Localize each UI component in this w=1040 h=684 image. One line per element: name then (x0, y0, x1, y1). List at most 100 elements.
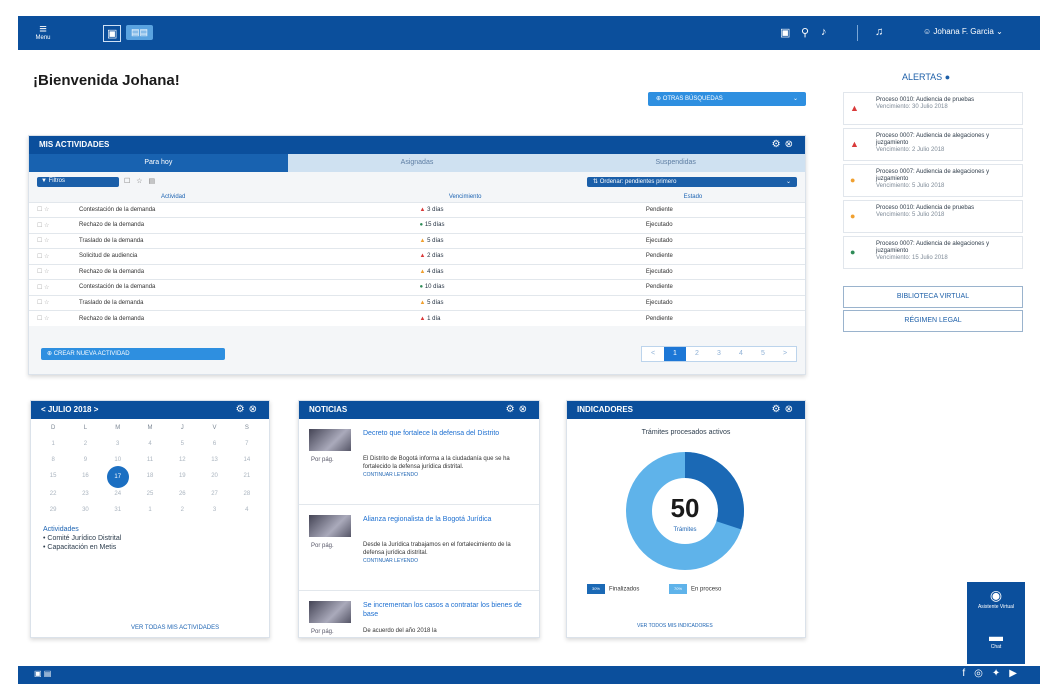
view-toggle-icons[interactable]: ☐☆▤ (124, 177, 161, 185)
settings-icon[interactable]: ⚙ (236, 404, 249, 415)
row-checkbox[interactable]: ☐ ☆ (29, 263, 71, 280)
settings-icon[interactable]: ⚙ (772, 139, 785, 150)
table-row[interactable]: ☐ ☆ Contestación de la demanda ▲ 3 días Pen… (29, 201, 805, 218)
calendar-day[interactable]: 2 (166, 507, 198, 513)
footer-logo[interactable]: ▣ ▤ (34, 669, 51, 678)
calendar-day[interactable]: 29 (37, 507, 69, 513)
calendar-day[interactable]: 10 (102, 457, 134, 463)
calendar-activity-item[interactable]: • Comité Jurídico Distrital (43, 534, 257, 543)
row-checkbox[interactable]: ☐ ☆ (29, 279, 71, 295)
calendar-day[interactable]: 25 (134, 491, 166, 497)
library-button[interactable]: BIBLIOTECA VIRTUAL (843, 286, 1023, 308)
other-searches-button[interactable]: ⊕ OTRAS BÚSQUEDAS ⌄ (648, 92, 806, 106)
calendar-day[interactable]: 4 (231, 507, 263, 513)
table-row[interactable]: ☐ ☆ Solicitud de audiencia ▲ 2 días Pendien… (29, 248, 805, 264)
read-more-link[interactable]: CONTINUAR LEYENDO (363, 471, 523, 479)
calendar-day[interactable]: 21 (231, 473, 263, 481)
column-status[interactable]: Estado (581, 192, 805, 202)
calendar-day[interactable]: 15 (37, 473, 69, 481)
calendar-day[interactable]: 13 (198, 457, 230, 463)
calendar-day[interactable]: 18 (134, 473, 166, 481)
all-activities-link[interactable]: VER TODAS MIS ACTIVIDADES (131, 625, 219, 631)
calendar-day[interactable]: 16 (69, 473, 101, 481)
news-thumbnail[interactable] (309, 601, 351, 623)
alert-item[interactable]: ▲ Proceso 0010: Audiencia de pruebas Venci… (843, 92, 1023, 125)
page-button[interactable]: > (774, 347, 796, 361)
menu-button[interactable]: ≡ Menu (32, 22, 54, 41)
table-row[interactable]: ☐ ☆ Contestación de la demanda ● 10 días Pe… (29, 279, 805, 295)
calendar-day[interactable]: 17 (102, 466, 134, 488)
calendar-day[interactable]: 6 (198, 441, 230, 447)
row-checkbox[interactable]: ☐ ☆ (29, 232, 71, 249)
page-button[interactable]: 2 (686, 347, 708, 361)
calendar-day[interactable]: 20 (198, 473, 230, 481)
tab-today[interactable]: Para hoy (29, 154, 288, 172)
table-row[interactable]: ☐ ☆ Traslado de la demanda ▲ 5 días Ejecuta… (29, 232, 805, 249)
legal-button[interactable]: RÉGIMEN LEGAL (843, 310, 1023, 332)
document-icon[interactable]: ▣ (780, 26, 790, 39)
calendar-day[interactable]: 28 (231, 491, 263, 497)
column-due[interactable]: Vencimiento (350, 192, 581, 202)
calendar-day[interactable]: 8 (37, 457, 69, 463)
calendar-day[interactable]: 22 (37, 491, 69, 497)
news-headline[interactable]: Alianza regionalista de la Bogotá Jurídi… (363, 515, 523, 524)
calendar-day[interactable]: 2 (69, 441, 101, 447)
row-checkbox[interactable]: ☐ ☆ (29, 217, 71, 233)
page-button[interactable]: 5 (752, 347, 774, 361)
microphone-icon[interactable]: ♪ (821, 26, 827, 38)
page-button[interactable]: 4 (730, 347, 752, 361)
calendar-day[interactable]: 5 (166, 441, 198, 447)
calendar-activity-item[interactable]: • Capacitación en Metis (43, 543, 257, 552)
close-icon[interactable]: ⊗ (249, 404, 261, 415)
page-button[interactable]: 1 (664, 347, 686, 361)
tab-suspended[interactable]: Suspendidas (546, 154, 806, 172)
close-icon[interactable]: ⊗ (519, 404, 531, 415)
news-item[interactable]: Por pág. Se incrementan los casos a contr… (299, 591, 539, 637)
news-headline[interactable]: Decreto que fortalece la defensa del Dis… (363, 429, 523, 438)
table-row[interactable]: ☐ ☆ Rechazo de la demanda ● 15 días Ejecuta… (29, 217, 805, 233)
news-item[interactable]: Por pág. Alianza regionalista de la Bogot… (299, 505, 539, 591)
calendar-day[interactable]: 7 (231, 441, 263, 447)
info-icon[interactable]: ● (945, 72, 950, 82)
calendar-day[interactable]: 3 (198, 507, 230, 513)
alert-item[interactable]: ● Proceso 0007: Audiencia de alegaciones … (843, 164, 1023, 197)
search-icon[interactable]: ⚲ (801, 26, 809, 39)
chat-button[interactable]: ▬ Chat (967, 623, 1025, 664)
calendar-day[interactable]: 31 (102, 507, 134, 513)
settings-icon[interactable]: ⚙ (772, 404, 785, 415)
table-row[interactable]: ☐ ☆ Rechazo de la demanda ▲ 1 día Pendiente (29, 310, 805, 326)
calendar-day[interactable]: 9 (69, 457, 101, 463)
calendar-day[interactable]: 26 (166, 491, 198, 497)
calendar-day[interactable]: 27 (198, 491, 230, 497)
alert-item[interactable]: ● Proceso 0010: Audiencia de pruebas Venci… (843, 200, 1023, 233)
settings-icon[interactable]: ⚙ (506, 404, 519, 415)
calendar-day[interactable]: 3 (102, 441, 134, 447)
order-dropdown[interactable]: ⇅ Ordenar: pendientes primero ⌄ (587, 177, 797, 187)
news-thumbnail[interactable] (309, 429, 351, 451)
calendar-day[interactable]: 14 (231, 457, 263, 463)
alert-item[interactable]: ● Proceso 0007: Audiencia de alegaciones … (843, 236, 1023, 269)
news-headline[interactable]: Se incrementan los casos a contratar los… (363, 601, 523, 619)
selected-day[interactable]: 17 (106, 466, 129, 488)
close-icon[interactable]: ⊗ (785, 404, 797, 415)
news-item[interactable]: Por pág. Decreto que fortalece la defensa… (299, 419, 539, 505)
calendar-day[interactable]: 1 (37, 441, 69, 447)
calendar-day[interactable]: 23 (69, 491, 101, 497)
read-more-link[interactable]: CONTINUAR LEYENDO (363, 557, 523, 565)
row-checkbox[interactable]: ☐ ☆ (29, 294, 71, 311)
bell-icon[interactable]: ♫ (875, 26, 883, 38)
facebook-icon[interactable]: f (962, 668, 974, 679)
logo-icon[interactable]: ▣ (103, 25, 122, 42)
calendar-day[interactable]: 4 (134, 441, 166, 447)
table-row[interactable]: ☐ ☆ Traslado de la demanda ▲ 5 días Ejecuta… (29, 294, 805, 311)
calendar-day[interactable]: 19 (166, 473, 198, 481)
alert-item[interactable]: ▲ Proceso 0007: Audiencia de alegaciones … (843, 128, 1023, 161)
tab-assigned[interactable]: Asignadas (287, 154, 547, 172)
brand-logo[interactable]: ▤▤ (126, 25, 154, 40)
page-button[interactable]: < (642, 347, 664, 361)
calendar-day[interactable]: 12 (166, 457, 198, 463)
column-activity[interactable]: Actividad (71, 192, 350, 202)
twitter-icon[interactable]: ✦ (992, 668, 1009, 679)
all-indicators-link[interactable]: VER TODOS MIS INDICADORES (637, 623, 713, 629)
calendar-day[interactable]: 30 (69, 507, 101, 513)
